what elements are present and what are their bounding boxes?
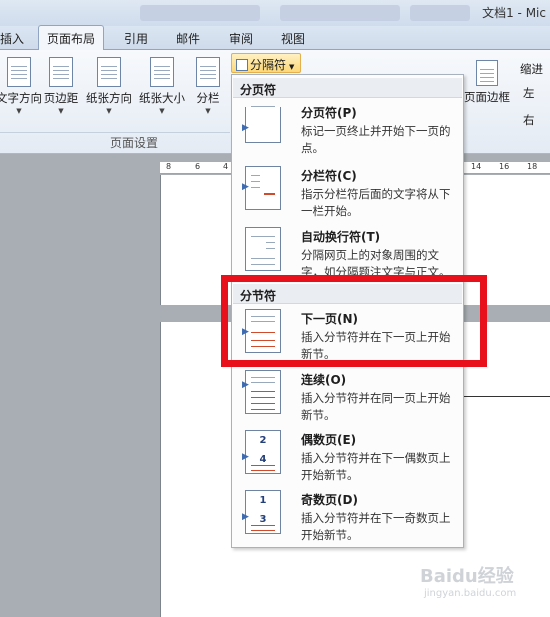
menu-item-description: 插入分节符并在下一奇数页上开始新节。 [301,511,451,542]
menu-item-continuous[interactable]: ▶ 连续(O) 插入分节符并在同一页上开始新节。 [233,368,462,428]
page-edge [160,322,161,617]
watermark-logo: Baidu经验 [420,566,514,587]
arrow-marker-icon: ▶ [242,380,249,390]
arrow-marker-icon: ▶ [242,182,249,192]
columns-icon [196,57,220,87]
menu-item-column-break[interactable]: ▶ 分栏符(C) 指示分栏符后面的文字将从下一栏开始。 [233,164,462,224]
chevron-down-icon: ▼ [16,107,22,115]
chevron-down-icon: ▼ [289,63,295,71]
highlight-box [221,275,487,367]
tab-references[interactable]: 引用 [124,30,148,47]
blurred-window-tab [280,5,400,21]
text-wrapping-icon [245,227,281,271]
chevron-down-icon: ▼ [58,107,64,115]
page-borders-icon [476,60,498,86]
menu-item-title: 自动换行符(T) [301,230,381,244]
menu-item-title: 分页符(P) [301,106,357,120]
arrow-marker-icon: ▶ [242,512,249,522]
indent-right-label: 右 [523,113,535,127]
ribbon-tabs: 插入 页面布局 引用 邮件 审阅 视图 [0,25,550,50]
ruler-tick-label: 18 [527,162,538,171]
breaks-label: 分隔符 [250,58,287,72]
orientation-icon [97,57,121,87]
ruler-tick-label: 14 [471,162,482,171]
arrow-marker-icon: ▶ [242,123,249,133]
text-direction-icon [7,57,31,87]
margins-icon [49,57,73,87]
chevron-down-icon: ▼ [159,107,165,115]
tab-mailings[interactable]: 邮件 [176,30,200,47]
orientation-button[interactable]: 纸张方向 ▼ [84,57,134,116]
title-bar: 文档1 - Mic [0,0,550,26]
menu-item-title: 分栏符(C) [301,169,357,183]
watermark-url: jingyan.baidu.com [424,588,517,599]
menu-item-description: 指示分栏符后面的文字将从下一栏开始。 [301,187,451,218]
page-edge [160,175,161,305]
section-break-line [464,396,550,397]
chevron-down-icon: ▼ [205,107,211,115]
tab-view[interactable]: 视图 [281,30,305,47]
page-borders-button[interactable]: 页面边框 [462,60,512,105]
column-break-icon [245,166,281,210]
breaks-icon [236,59,248,71]
odd-page-icon: 13 [245,490,281,534]
tab-review[interactable]: 审阅 [229,30,253,47]
menu-item-description: 插入分节符并在下一偶数页上开始新节。 [301,451,451,482]
tab-page-layout[interactable]: 页面布局 [38,25,105,50]
menu-item-title: 奇数页(D) [301,493,358,507]
menu-item-description: 标记一页终止并开始下一页的点。 [301,124,451,155]
document-title: 文档1 - Mic [482,6,546,20]
size-label: 纸张大小 [139,91,185,105]
margins-label: 页边距 [43,91,79,105]
ruler-tick-label: 16 [499,162,510,171]
menu-item-even-page[interactable]: 24 ▶ 偶数页(E) 插入分节符并在下一偶数页上开始新节。 [233,428,462,488]
page-breaks-header: 分页符 [233,78,462,98]
indent-label: 缩进 [520,62,543,76]
menu-item-odd-page[interactable]: 13 ▶ 奇数页(D) 插入分节符并在下一奇数页上开始新节。 [233,488,462,548]
tab-insert[interactable]: 插入 [0,30,24,47]
ruler-tick-label: 6 [195,162,201,171]
continuous-icon [245,370,281,414]
menu-item-title: 连续(O) [301,373,347,387]
menu-item-description: 插入分节符并在同一页上开始新节。 [301,391,451,422]
indent-left-label: 左 [523,86,535,100]
group-divider [0,132,230,133]
page-borders-label: 页面边框 [464,90,510,104]
text-direction-button[interactable]: 文字方向 ▼ [0,57,42,116]
arrow-marker-icon: ▶ [242,452,249,462]
text-direction-label: 文字方向 [0,91,42,105]
columns-label: 分栏 [196,91,220,105]
orientation-label: 纸张方向 [86,91,132,105]
breaks-button[interactable]: 分隔符 ▼ [231,53,301,73]
size-icon [150,57,174,87]
blurred-window-tab [410,5,470,21]
chevron-down-icon: ▼ [106,107,112,115]
page-setup-group-label: 页面设置 [110,136,159,150]
even-page-icon: 24 [245,430,281,474]
menu-item-title: 偶数页(E) [301,433,357,447]
size-button[interactable]: 纸张大小 ▼ [137,57,187,116]
menu-item-page-break[interactable]: ▶ 分页符(P) 标记一页终止并开始下一页的点。 [233,101,462,161]
ruler-tick-label: 8 [166,162,172,171]
margins-button[interactable]: 页边距 ▼ [42,57,80,116]
page-break-icon [245,106,281,143]
blurred-window-tab [140,5,260,21]
ruler-tick-label: 4 [223,162,229,171]
columns-button[interactable]: 分栏 ▼ [193,57,223,116]
